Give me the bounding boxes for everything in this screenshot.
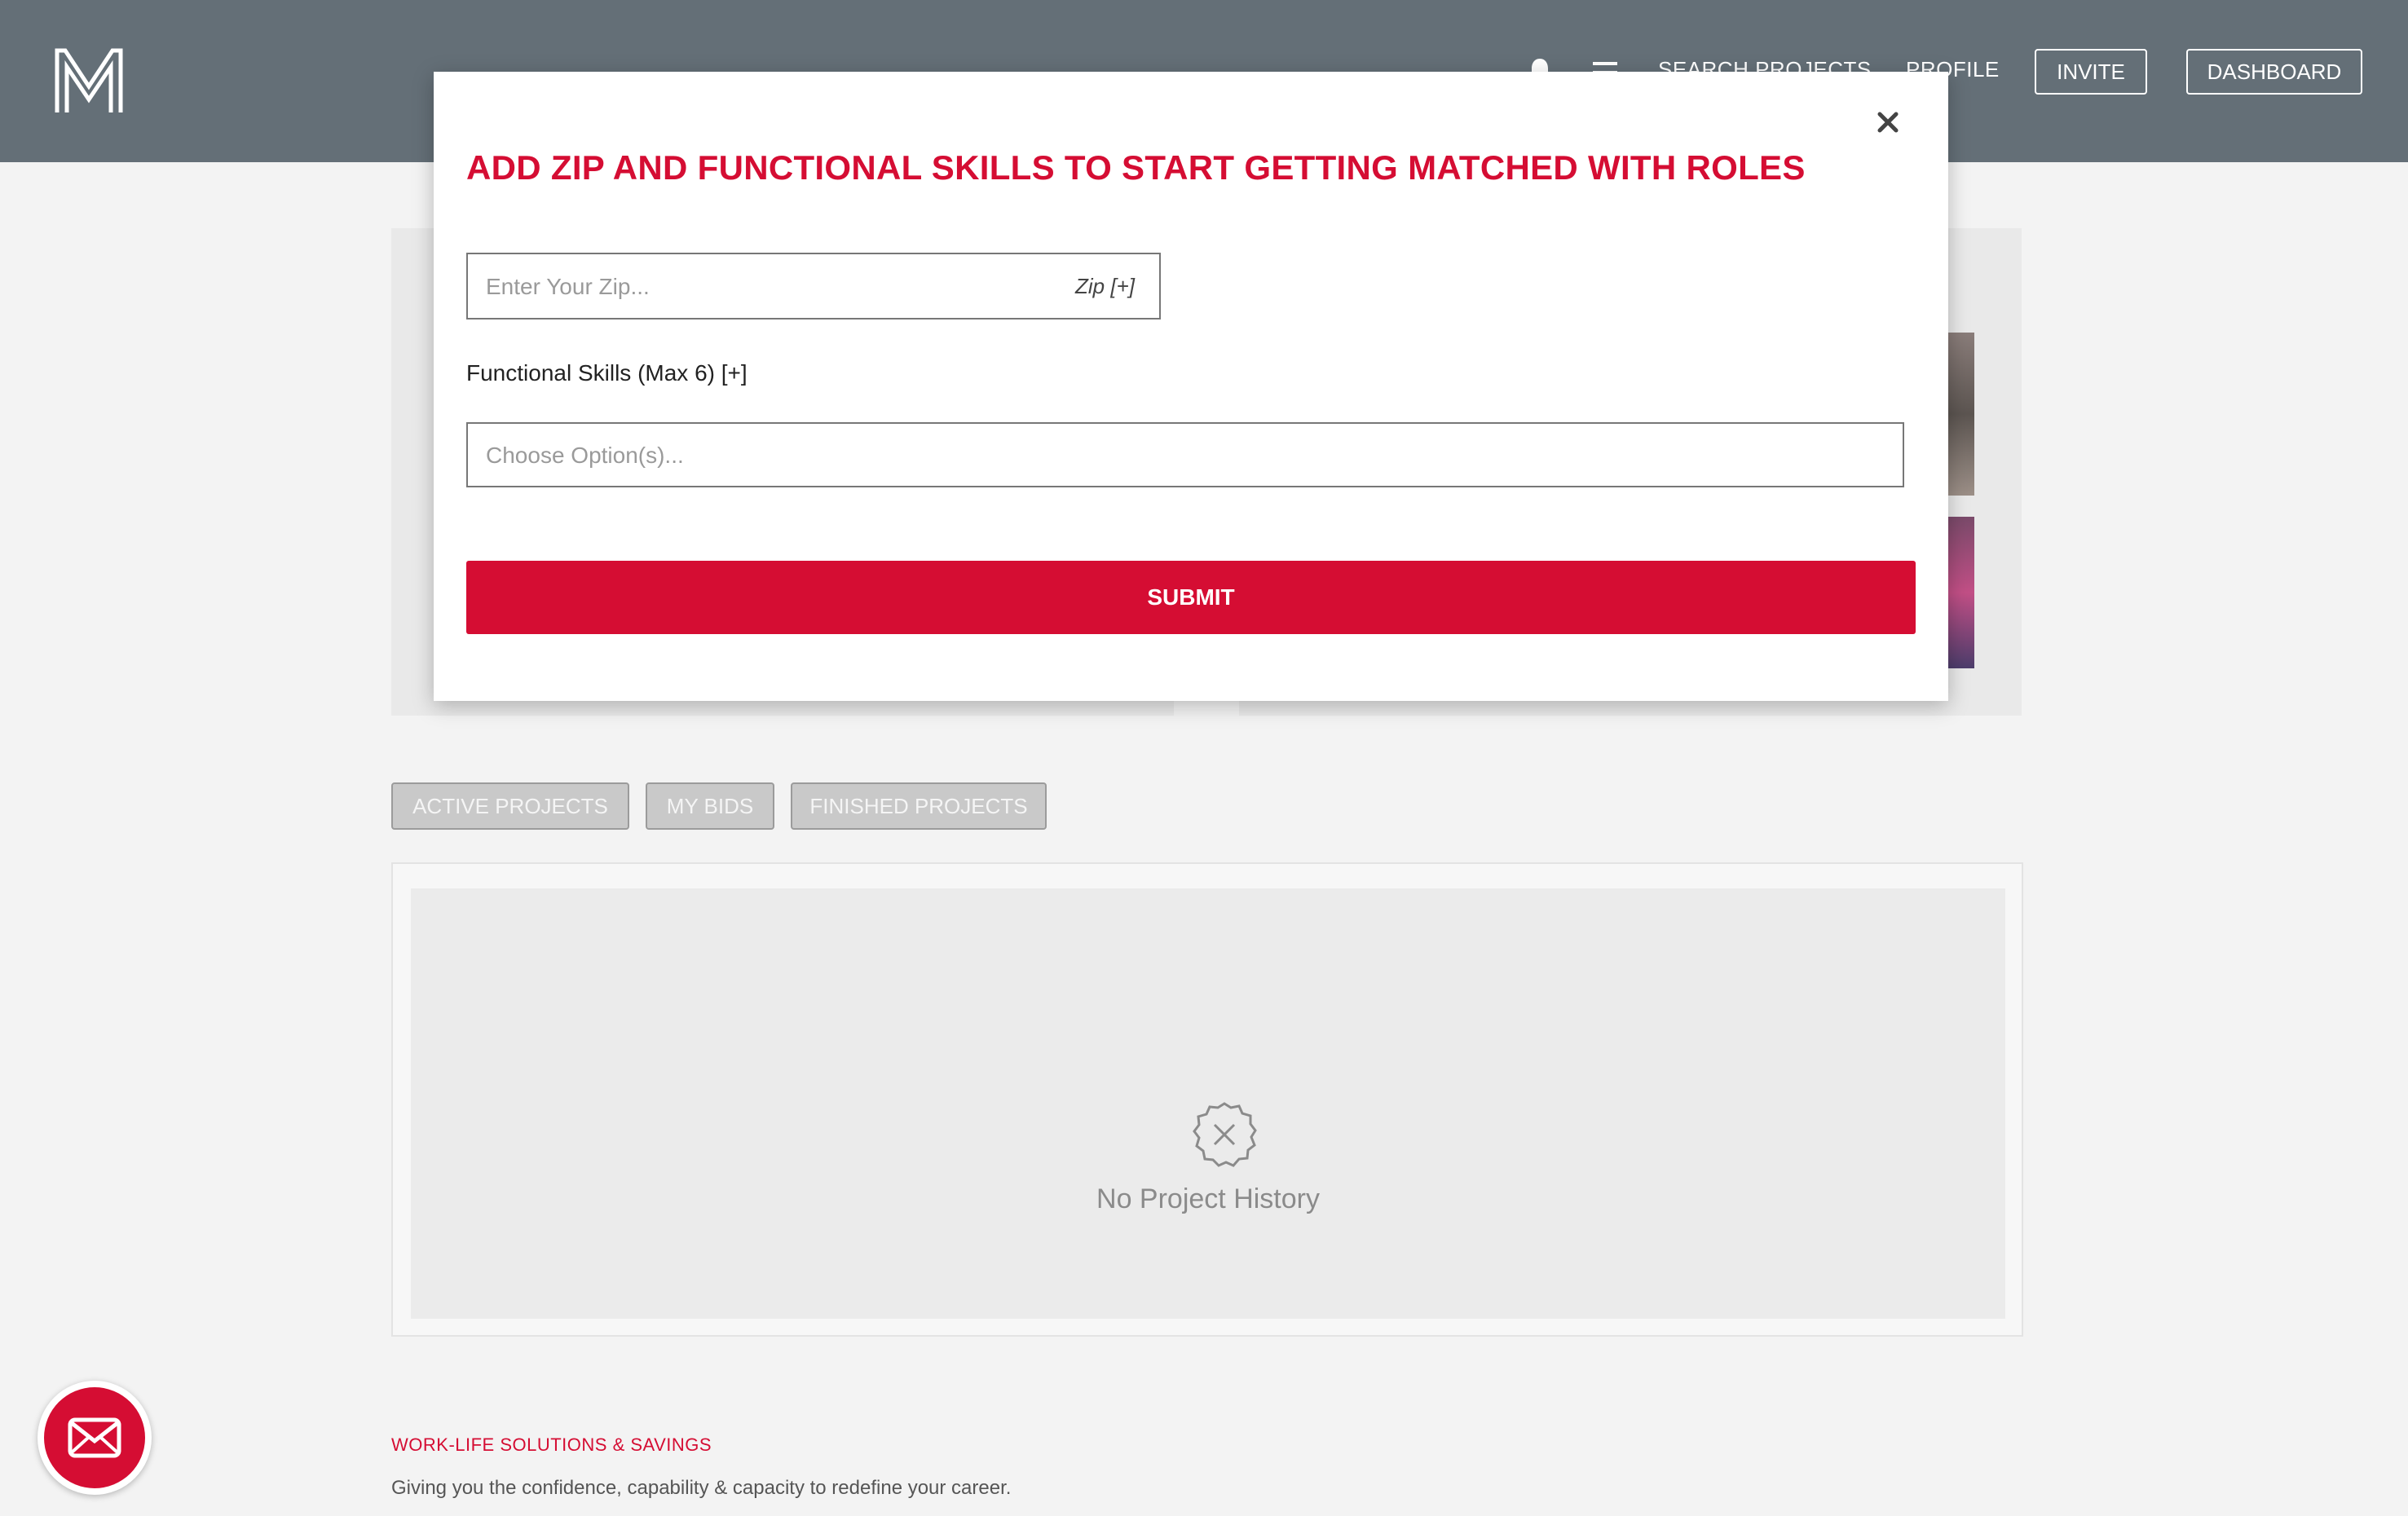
submit-button[interactable]: SUBMIT <box>466 561 1916 634</box>
tab-my-bids[interactable]: MY BIDS <box>646 782 774 830</box>
functional-skills-select[interactable] <box>484 424 1873 487</box>
tab-finished-projects[interactable]: FINISHED PROJECTS <box>791 782 1047 830</box>
dashboard-button[interactable]: DASHBOARD <box>2186 49 2362 95</box>
invite-button[interactable]: INVITE <box>2035 49 2147 95</box>
functional-skills-field <box>466 422 1904 487</box>
no-project-history-text: No Project History <box>1096 1183 1320 1214</box>
zip-input[interactable] <box>484 254 1009 320</box>
project-history-empty-state: No Project History <box>411 888 2005 1319</box>
logo-icon[interactable] <box>54 47 124 114</box>
featured-image-2[interactable] <box>1947 517 1974 668</box>
add-zip-link[interactable]: Zip [+] <box>1075 274 1135 299</box>
featured-image-1[interactable] <box>1947 333 1974 496</box>
mail-icon <box>68 1417 121 1458</box>
project-history-card: No Project History <box>391 862 2023 1337</box>
zip-field: Zip [+] <box>466 253 1161 320</box>
tab-active-projects[interactable]: ACTIVE PROJECTS <box>391 782 629 830</box>
functional-skills-label[interactable]: Functional Skills (Max 6) [+] <box>466 360 748 386</box>
modal-title: ADD ZIP AND FUNCTIONAL SKILLS TO START G… <box>466 148 1806 187</box>
no-history-icon <box>1193 1102 1257 1167</box>
contact-mail-button[interactable] <box>37 1381 152 1495</box>
close-icon[interactable] <box>1870 104 1906 140</box>
footer-section-text: Giving you the confidence, capability & … <box>391 1477 1012 1499</box>
footer-section-title: WORK-LIFE SOLUTIONS & SAVINGS <box>391 1434 712 1455</box>
zip-skills-modal: ADD ZIP AND FUNCTIONAL SKILLS TO START G… <box>434 72 1948 701</box>
